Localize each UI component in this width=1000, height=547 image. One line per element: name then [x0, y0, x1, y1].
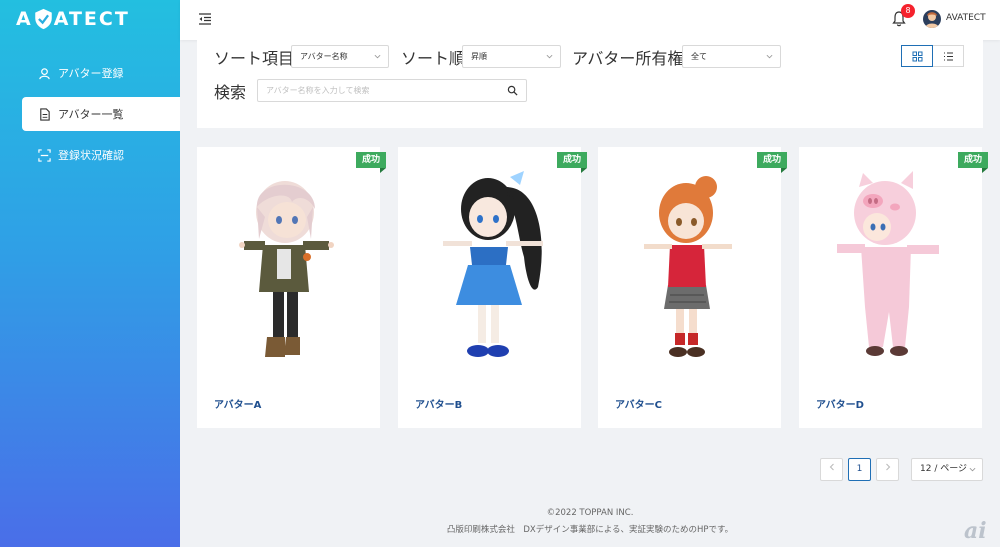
ownership-label: アバター所有権 [572, 49, 684, 68]
ownership-select[interactable]: 全て [682, 45, 781, 68]
sidebar-item-label: 登録状況確認 [58, 149, 124, 162]
page-size-value: 12 / ページ [920, 464, 968, 474]
app-logo[interactable]: A ATECT [16, 8, 130, 30]
avatar-d-image [837, 171, 939, 356]
sidebar-item-label: アバター登録 [58, 67, 124, 80]
chevron-down-icon [546, 54, 553, 59]
sort-field-select[interactable]: アバター名称 [291, 45, 389, 68]
avatar-a-image [239, 181, 334, 357]
filter-panel: ソート項目 アバター名称 ソート順 昇順 アバター所有権 全て 検索 アバター名… [197, 40, 983, 128]
document-icon [38, 107, 51, 121]
chevron-right-icon [885, 463, 890, 471]
page-size-select[interactable]: 12 / ページ [911, 458, 983, 481]
avatar-card[interactable]: 成功 アバターB [398, 147, 588, 428]
sort-field-label: ソート項目 [214, 49, 295, 68]
footer-copyright: ©2022 TOPPAN INC. [546, 508, 634, 518]
search-placeholder: アバター名称を入力して検索 [266, 86, 370, 95]
sort-field-value: アバター名称 [300, 52, 348, 61]
avatar-card[interactable]: 成功 アバターA [197, 147, 387, 428]
scan-icon [38, 148, 51, 162]
ownership-value: 全て [691, 52, 707, 61]
sort-order-value: 昇順 [471, 52, 487, 61]
list-view-icon [944, 52, 953, 61]
avatar-name[interactable]: アバターA [214, 396, 261, 411]
sidebar-item-registration-status[interactable]: 登録状況確認 [22, 138, 180, 172]
grid-view-button[interactable] [901, 45, 933, 67]
prev-page-button[interactable] [820, 458, 843, 481]
sidebar: A ATECT アバター登録 アバター一覧 登録状況確認 [0, 0, 180, 547]
top-header: 8 AVATECT [180, 0, 1000, 40]
status-badge: 成功 [756, 152, 788, 173]
avatar[interactable] [923, 10, 941, 28]
grid-view-icon [912, 51, 923, 62]
notification-badge: 8 [901, 4, 915, 18]
search-icon[interactable] [507, 85, 518, 96]
status-badge: 成功 [355, 152, 387, 173]
logo-letter-a: A [16, 8, 33, 30]
search-label: 検索 [214, 83, 247, 102]
next-page-button[interactable] [876, 458, 899, 481]
username[interactable]: AVATECT [946, 13, 986, 23]
user-icon [38, 67, 51, 80]
avatar-name[interactable]: アバターC [615, 396, 662, 411]
sort-order-label: ソート順 [401, 49, 466, 68]
avatar-name[interactable]: アバターD [816, 396, 864, 411]
avatar-card[interactable]: 成功 アバターC [598, 147, 788, 428]
avatar-c-image [644, 176, 732, 357]
status-badge: 成功 [957, 152, 989, 173]
sort-order-select[interactable]: 昇順 [462, 45, 561, 68]
chevron-left-icon [829, 463, 834, 471]
footer-note: 凸版印刷株式会社 DXデザイン事業部による、実証実験のためのHPです。 [446, 525, 734, 535]
status-badge: 成功 [556, 152, 588, 173]
menu-fold-icon[interactable] [198, 12, 212, 26]
search-input[interactable]: アバター名称を入力して検索 [257, 79, 527, 102]
sidebar-item-label: アバター一覧 [58, 108, 124, 121]
shield-logo-icon [34, 8, 52, 30]
chevron-down-icon [969, 467, 976, 472]
watermark-logo: ai [964, 518, 987, 544]
sidebar-item-avatar-register[interactable]: アバター登録 [22, 56, 180, 90]
avatar-card[interactable]: 成功 アバターD [799, 147, 989, 428]
sidebar-item-avatar-list[interactable]: アバター一覧 [22, 97, 180, 131]
chevron-down-icon [374, 54, 381, 59]
avatar-b-image [443, 171, 543, 357]
chevron-down-icon [766, 54, 773, 59]
page-number-button[interactable]: 1 [848, 458, 871, 481]
list-view-button[interactable] [932, 45, 964, 67]
avatar-name[interactable]: アバターB [415, 396, 462, 411]
logo-text: ATECT [53, 8, 130, 30]
